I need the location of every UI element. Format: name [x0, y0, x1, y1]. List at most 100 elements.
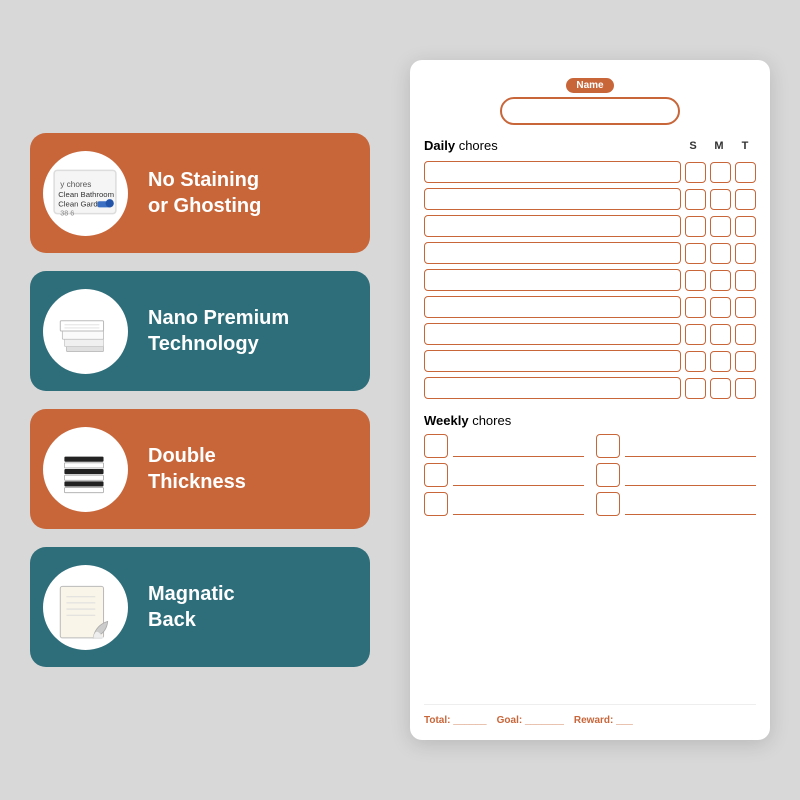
checkboxes-6 [685, 297, 756, 318]
svg-text:Clean Bathroom: Clean Bathroom [58, 190, 114, 199]
chore-row-3 [424, 215, 756, 237]
checkbox-6-m[interactable] [710, 297, 731, 318]
weekly-checkbox-2[interactable] [424, 463, 448, 487]
checkbox-7-t[interactable] [735, 324, 756, 345]
whiteboard-icon: y chores Clean Bathroom Clean Garden 38 … [50, 158, 120, 228]
svg-text:y chores: y chores [60, 180, 91, 189]
checkbox-2-m[interactable] [710, 189, 731, 210]
chore-input-3 [424, 215, 681, 237]
chore-row-6 [424, 296, 756, 318]
daily-bold: Daily [424, 138, 455, 153]
checkbox-1-m[interactable] [710, 162, 731, 183]
weekly-grid [424, 434, 756, 516]
feature-text-3: DoubleThickness [140, 433, 370, 505]
weekly-checkbox-5[interactable] [596, 463, 620, 487]
thickness-icon [50, 434, 120, 504]
weekly-row-5 [596, 463, 756, 487]
checkbox-3-t[interactable] [735, 216, 756, 237]
checkbox-3-s[interactable] [685, 216, 706, 237]
weekly-light: chores [469, 413, 512, 428]
checkbox-5-s[interactable] [685, 270, 706, 291]
checkbox-9-t[interactable] [735, 378, 756, 399]
goal-label: Goal: _______ [497, 715, 564, 726]
checkbox-2-s[interactable] [685, 189, 706, 210]
nano-icon [50, 296, 120, 366]
weekly-bold: Weekly [424, 413, 469, 428]
main-content: y chores Clean Bathroom Clean Garden 38 … [0, 0, 800, 800]
feature-text-4: MagnaticBack [140, 571, 370, 643]
feature-icon-area-4 [30, 547, 140, 667]
feature-text-2: Nano PremiumTechnology [140, 295, 370, 367]
feature-card-4: MagnaticBack [30, 547, 370, 667]
chore-row-9 [424, 377, 756, 399]
checkboxes-7 [685, 324, 756, 345]
checkboxes-1 [685, 162, 756, 183]
magnet-icon [50, 572, 120, 642]
feature-icon-area-3 [30, 409, 140, 529]
checkbox-2-t[interactable] [735, 189, 756, 210]
feature-card-1: y chores Clean Bathroom Clean Garden 38 … [30, 133, 370, 253]
weekly-input-2 [453, 464, 584, 486]
checkbox-5-m[interactable] [710, 270, 731, 291]
checkbox-4-m[interactable] [710, 243, 731, 264]
icon-circle-1: y chores Clean Bathroom Clean Garden 38 … [43, 151, 128, 236]
checkboxes-2 [685, 189, 756, 210]
checkbox-8-t[interactable] [735, 351, 756, 372]
footer-goal: Goal: _______ [497, 715, 564, 726]
checkbox-6-s[interactable] [685, 297, 706, 318]
checkbox-1-s[interactable] [685, 162, 706, 183]
feature-icon-area-1: y chores Clean Bathroom Clean Garden 38 … [30, 133, 140, 253]
feature-card-2: Nano PremiumTechnology [30, 271, 370, 391]
weekly-section: Weekly chores [424, 413, 756, 516]
chore-input-5 [424, 269, 681, 291]
day-m: M [708, 140, 730, 152]
name-tag: Name [566, 78, 613, 93]
day-s: S [682, 140, 704, 152]
chore-row-1 [424, 161, 756, 183]
weekly-checkbox-1[interactable] [424, 434, 448, 458]
feature-text-1: No Stainingor Ghosting [140, 157, 370, 229]
chore-input-2 [424, 188, 681, 210]
day-headers: S M T [682, 140, 756, 152]
chore-input-9 [424, 377, 681, 399]
chore-row-7 [424, 323, 756, 345]
weekly-checkbox-3[interactable] [424, 492, 448, 516]
checkboxes-5 [685, 270, 756, 291]
checkbox-4-s[interactable] [685, 243, 706, 264]
weekly-row-6 [596, 492, 756, 516]
daily-light: chores [455, 138, 498, 153]
chart-footer: Total: ______ Goal: _______ Reward: ___ [424, 704, 756, 726]
checkboxes-3 [685, 216, 756, 237]
checkbox-9-s[interactable] [685, 378, 706, 399]
weekly-section-title: Weekly chores [424, 413, 756, 428]
daily-header-row: Daily chores S M T [424, 137, 756, 155]
checkboxes-4 [685, 243, 756, 264]
chore-input-1 [424, 161, 681, 183]
checkbox-6-t[interactable] [735, 297, 756, 318]
weekly-input-6 [625, 493, 756, 515]
chore-row-2 [424, 188, 756, 210]
weekly-col-right [596, 434, 756, 516]
name-field [500, 97, 680, 125]
chore-row-4 [424, 242, 756, 264]
checkbox-3-m[interactable] [710, 216, 731, 237]
weekly-checkbox-4[interactable] [596, 434, 620, 458]
chore-input-8 [424, 350, 681, 372]
checkbox-8-m[interactable] [710, 351, 731, 372]
weekly-checkbox-6[interactable] [596, 492, 620, 516]
checkbox-1-t[interactable] [735, 162, 756, 183]
icon-circle-4 [43, 565, 128, 650]
checkbox-5-t[interactable] [735, 270, 756, 291]
checkbox-8-s[interactable] [685, 351, 706, 372]
footer-total: Total: ______ [424, 715, 487, 726]
checkbox-7-m[interactable] [710, 324, 731, 345]
day-t: T [734, 140, 756, 152]
checkbox-9-m[interactable] [710, 378, 731, 399]
checkbox-4-t[interactable] [735, 243, 756, 264]
total-label: Total: ______ [424, 715, 487, 726]
weekly-input-1 [453, 435, 584, 457]
name-section: Name [424, 78, 756, 125]
weekly-row-1 [424, 434, 584, 458]
weekly-input-3 [453, 493, 584, 515]
checkbox-7-s[interactable] [685, 324, 706, 345]
